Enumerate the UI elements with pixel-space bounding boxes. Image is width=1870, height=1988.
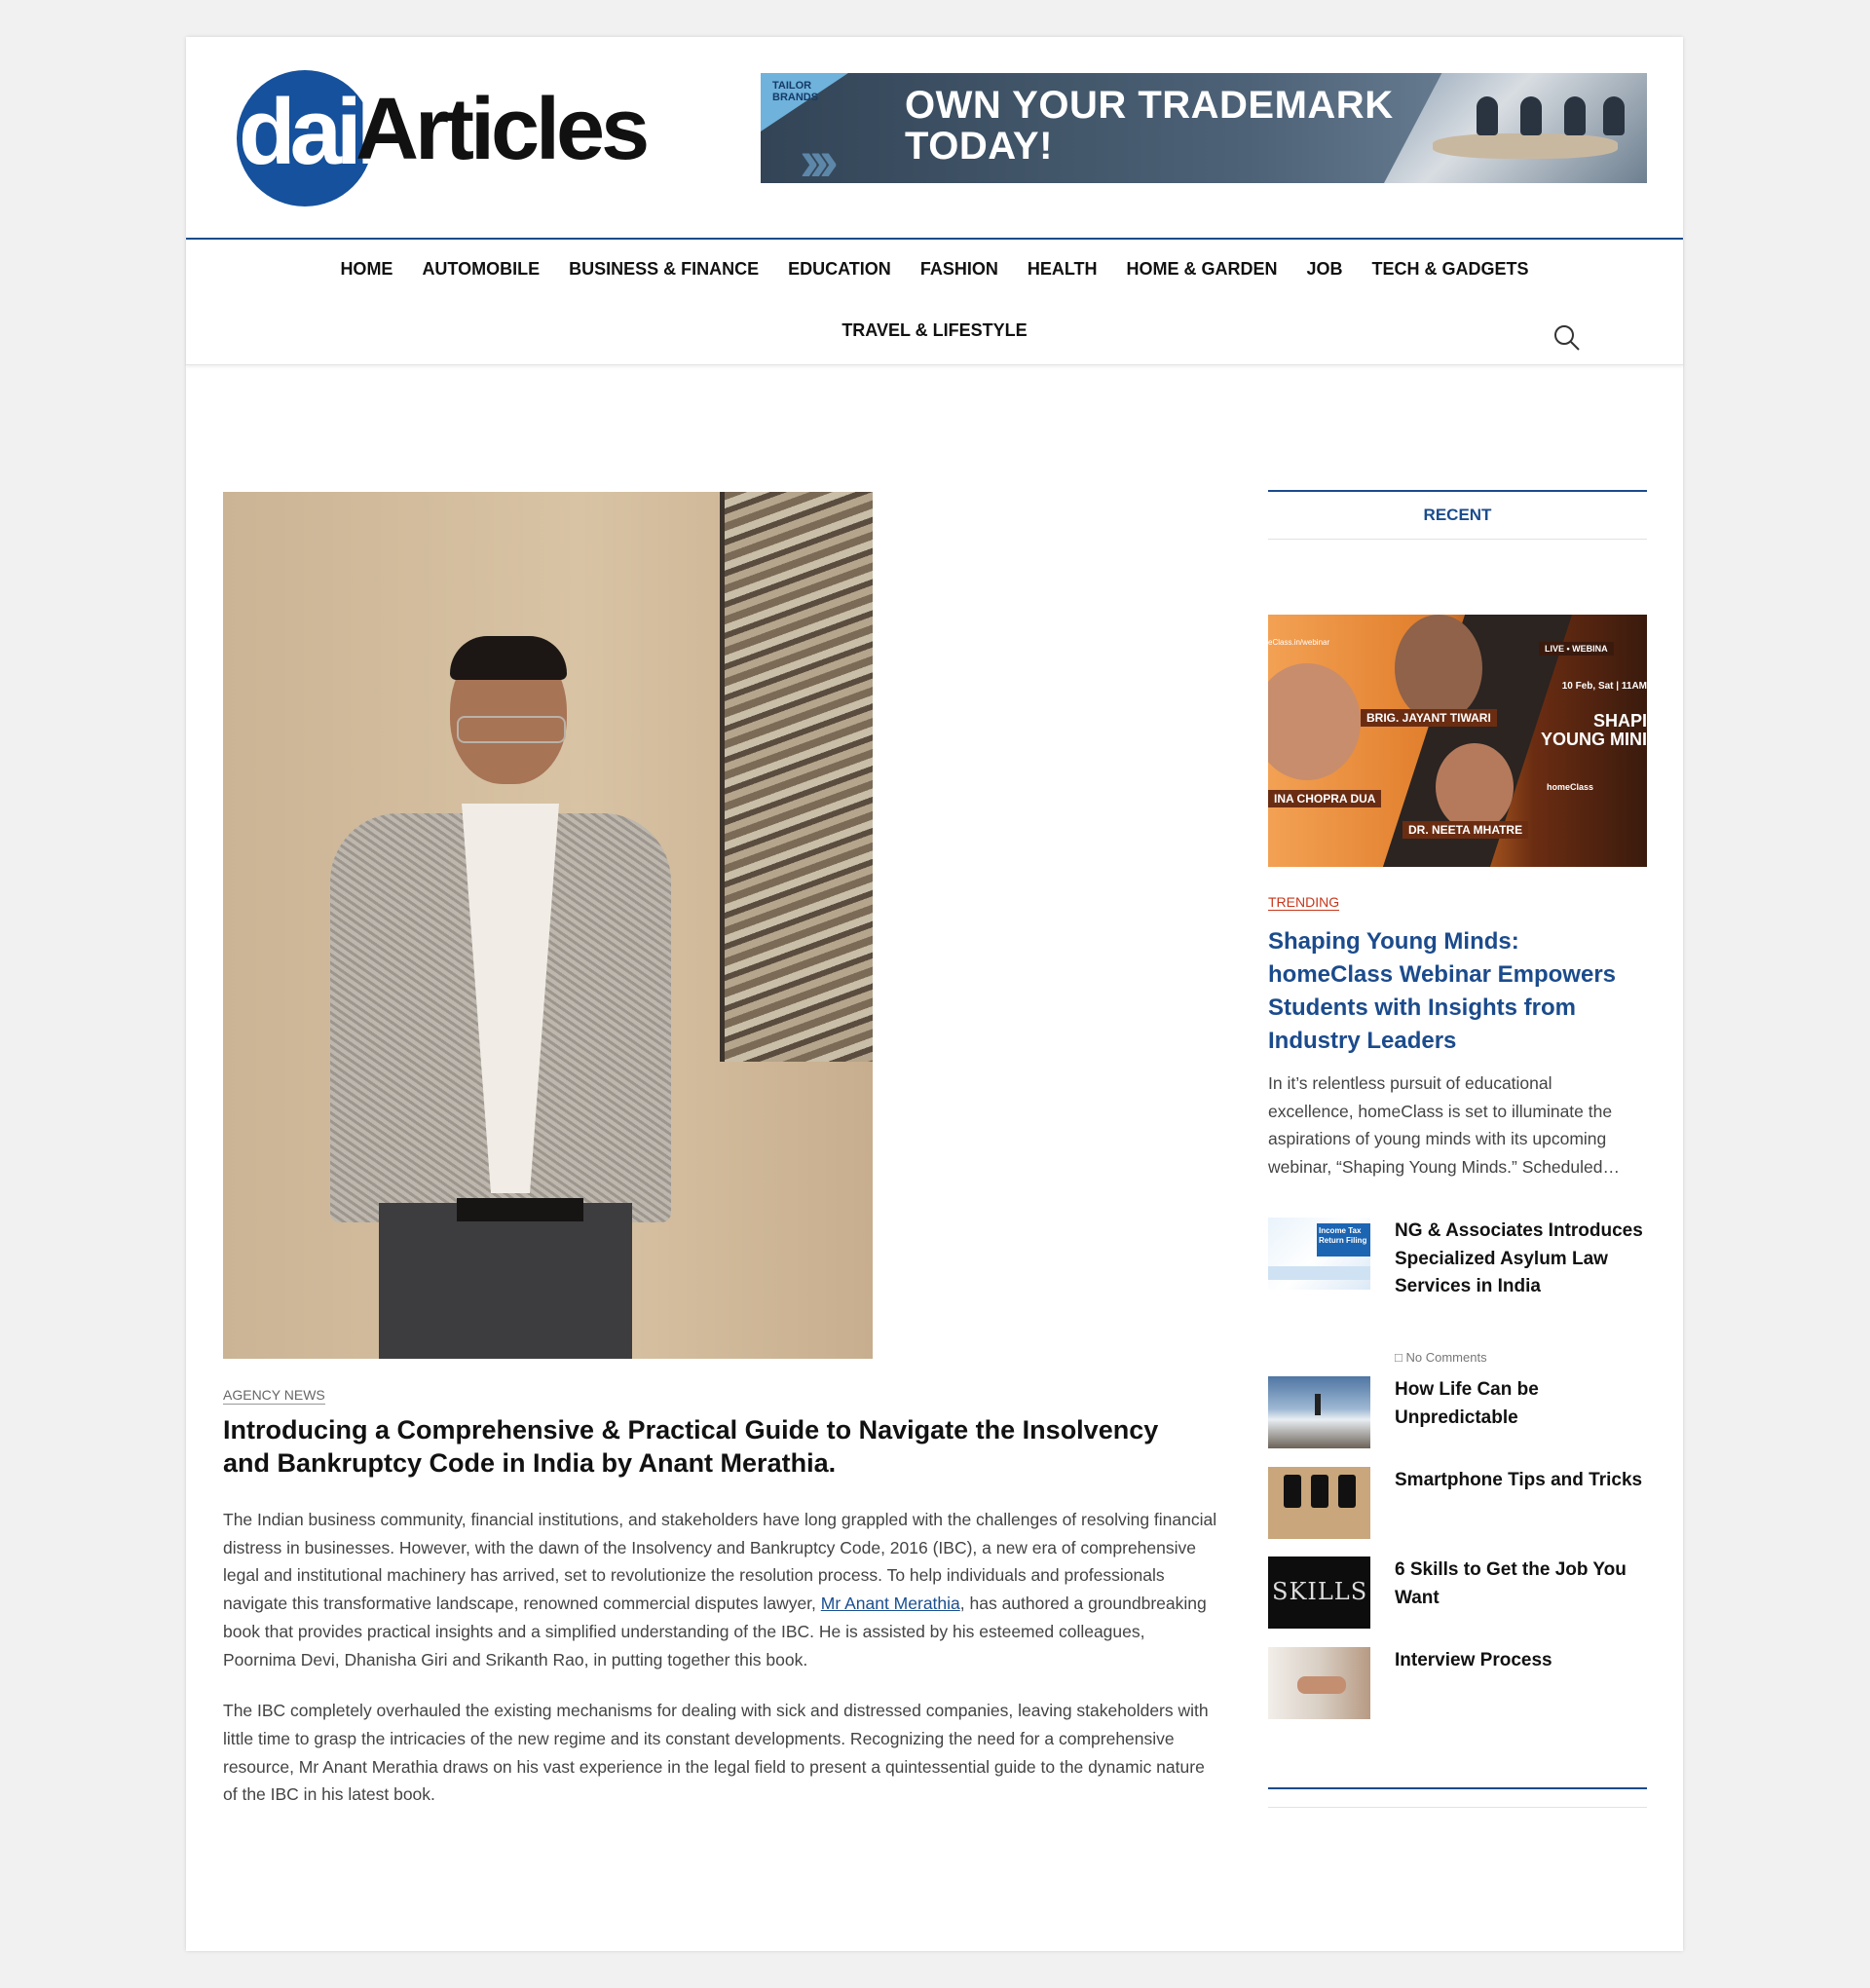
thumb-phone (1338, 1475, 1356, 1508)
nav-item-tech-gadgets[interactable]: TECH & GADGETS (1358, 259, 1544, 280)
speaker-photo (1268, 663, 1361, 780)
webinar-title: SHAPI YOUNG MINI (1541, 712, 1647, 749)
homeclass-logo: homeClass (1547, 782, 1594, 792)
featured-post-excerpt: In it’s relentless pursuit of educationa… (1268, 1069, 1647, 1182)
nav-item-education[interactable]: EDUCATION (773, 259, 906, 280)
thumb-text: Income Tax Return Filing (1319, 1226, 1367, 1245)
webinar-title-line1: SHAPI (1592, 711, 1647, 731)
nav-item-business-finance[interactable]: BUSINESS & FINANCE (554, 259, 773, 280)
person-hair (450, 636, 567, 680)
trending-tag[interactable]: TRENDING (1268, 894, 1340, 911)
speaker-label: INA CHOPRA DUA (1268, 790, 1382, 807)
author-link[interactable]: Mr Anant Merathia (821, 1594, 960, 1613)
nav-item-fashion[interactable]: FASHION (906, 259, 1013, 280)
speaker-label: BRIG. JAYANT TIWARI (1361, 709, 1497, 727)
excerpt-line: excellence, homeClass is set to illumina… (1268, 1101, 1613, 1121)
recent-post-thumbnail[interactable]: SKILLS (1268, 1557, 1370, 1629)
article-category-link[interactable]: AGENCY NEWS (223, 1387, 325, 1405)
recent-post-thumbnail[interactable]: Income Tax Return Filing (1268, 1218, 1370, 1290)
recent-post-title[interactable]: NG & Associates Introduces Specialized A… (1395, 1218, 1643, 1301)
live-badge: LIVE • WEBINA (1539, 642, 1614, 656)
nav-item-automobile[interactable]: AUTOMOBILE (407, 259, 554, 280)
article-paragraph: The Indian business community, financial… (223, 1506, 1221, 1673)
nav-item-travel-lifestyle[interactable]: TRAVEL & LIFESTYLE (827, 320, 1041, 341)
search-button[interactable] (1551, 321, 1584, 355)
search-icon (1554, 325, 1580, 351)
thumb-skills-text: SKILLS (1272, 1578, 1368, 1605)
ad-photo-table (1433, 133, 1618, 159)
ad-headline-line2: TODAY! (905, 125, 1053, 168)
featured-post-image[interactable]: eClass.in/webinar BRIG. JAYANT TIWARI IN… (1268, 615, 1647, 867)
logo-text-articles: Articles (355, 81, 650, 178)
ad-photo-person (1603, 96, 1625, 135)
comments-count[interactable]: □ No Comments (1395, 1350, 1487, 1365)
person-glasses (457, 716, 566, 743)
nav-item-home-garden[interactable]: HOME & GARDEN (1112, 259, 1292, 280)
widget-divider (1268, 1787, 1647, 1808)
thumb-figure (1315, 1394, 1321, 1415)
speaker-photo (1395, 615, 1482, 722)
recent-post-title[interactable]: How Life Can be Unpredictable (1395, 1376, 1643, 1432)
sidebar: RECENT eClass.in/webinar BRIG. JAYANT TI… (1268, 490, 1647, 1808)
nav-item-job[interactable]: JOB (1292, 259, 1358, 280)
comment-icon: □ (1395, 1350, 1402, 1365)
recent-post-thumbnail[interactable] (1268, 1647, 1370, 1719)
excerpt-line: In it’s relentless pursuit of educationa… (1268, 1073, 1552, 1093)
article-paragraph: The IBC completely overhauled the existi… (223, 1701, 1209, 1805)
recent-widget-title: RECENT (1268, 490, 1647, 540)
speaker-label: DR. NEETA MHATRE (1402, 821, 1529, 839)
recent-post-thumbnail[interactable] (1268, 1467, 1370, 1539)
ad-photo-person (1564, 96, 1586, 135)
article-featured-image (223, 492, 873, 1359)
person-pants (379, 1203, 632, 1359)
thumb-phone (1284, 1475, 1301, 1508)
recent-post-title[interactable]: Interview Process (1395, 1647, 1643, 1675)
thumb-stripe (1268, 1266, 1370, 1280)
ad-photo-person (1520, 96, 1542, 135)
nav-row-1: HOME AUTOMOBILE BUSINESS & FINANCE EDUCA… (186, 259, 1683, 280)
ad-headline-line1: OWN YOUR TRADEMARK (905, 84, 1394, 127)
nav-row-2: TRAVEL & LIFESTYLE (186, 320, 1683, 341)
nav-item-home[interactable]: HOME (325, 259, 407, 280)
recent-post-thumbnail[interactable] (1268, 1376, 1370, 1448)
thumb-handshake (1297, 1676, 1346, 1694)
excerpt-line: webinar, “Shaping Young Minds.” Schedule… (1268, 1157, 1620, 1178)
featured-image-url: eClass.in/webinar (1268, 638, 1330, 647)
excerpt-line: aspirations of young minds with its upco… (1268, 1129, 1607, 1149)
ad-brand-name: TAILOR BRANDS (772, 80, 819, 103)
nav-item-health[interactable]: HEALTH (1013, 259, 1112, 280)
recent-post-title[interactable]: Smartphone Tips and Tricks (1395, 1467, 1643, 1495)
featured-post-title[interactable]: Shaping Young Minds: homeClass Webinar E… (1268, 925, 1647, 1058)
speaker-photo (1436, 743, 1514, 831)
recent-post-title[interactable]: 6 Skills to Get the Job You Want (1395, 1557, 1643, 1612)
ad-headline: OWN YOUR TRADEMARK TODAY! (905, 85, 1394, 167)
comments-label: No Comments (1405, 1350, 1487, 1365)
ad-banner[interactable]: TAILOR BRANDS ››› OWN YOUR TRADEMARK TOD… (761, 73, 1647, 183)
person-belt (457, 1198, 583, 1221)
article-body: The Indian business community, financial… (223, 1506, 1221, 1832)
article-title: Introducing a Comprehensive & Practical … (223, 1415, 1159, 1478)
webinar-date: 10 Feb, Sat | 11AM (1561, 681, 1647, 692)
site-logo[interactable]: daily Articles (237, 70, 650, 206)
page-container: daily Articles TAILOR BRANDS ››› OWN YOU… (186, 37, 1683, 1951)
main-navigation: HOME AUTOMOBILE BUSINESS & FINANCE EDUCA… (186, 238, 1683, 365)
ad-photo-person (1477, 96, 1498, 135)
ad-chevrons-icon: ››› (800, 128, 839, 184)
webinar-title-line2: YOUNG MINI (1540, 730, 1647, 749)
wall-artwork (720, 492, 873, 1062)
thumb-phone (1311, 1475, 1328, 1508)
ad-meeting-photo (1384, 73, 1647, 183)
